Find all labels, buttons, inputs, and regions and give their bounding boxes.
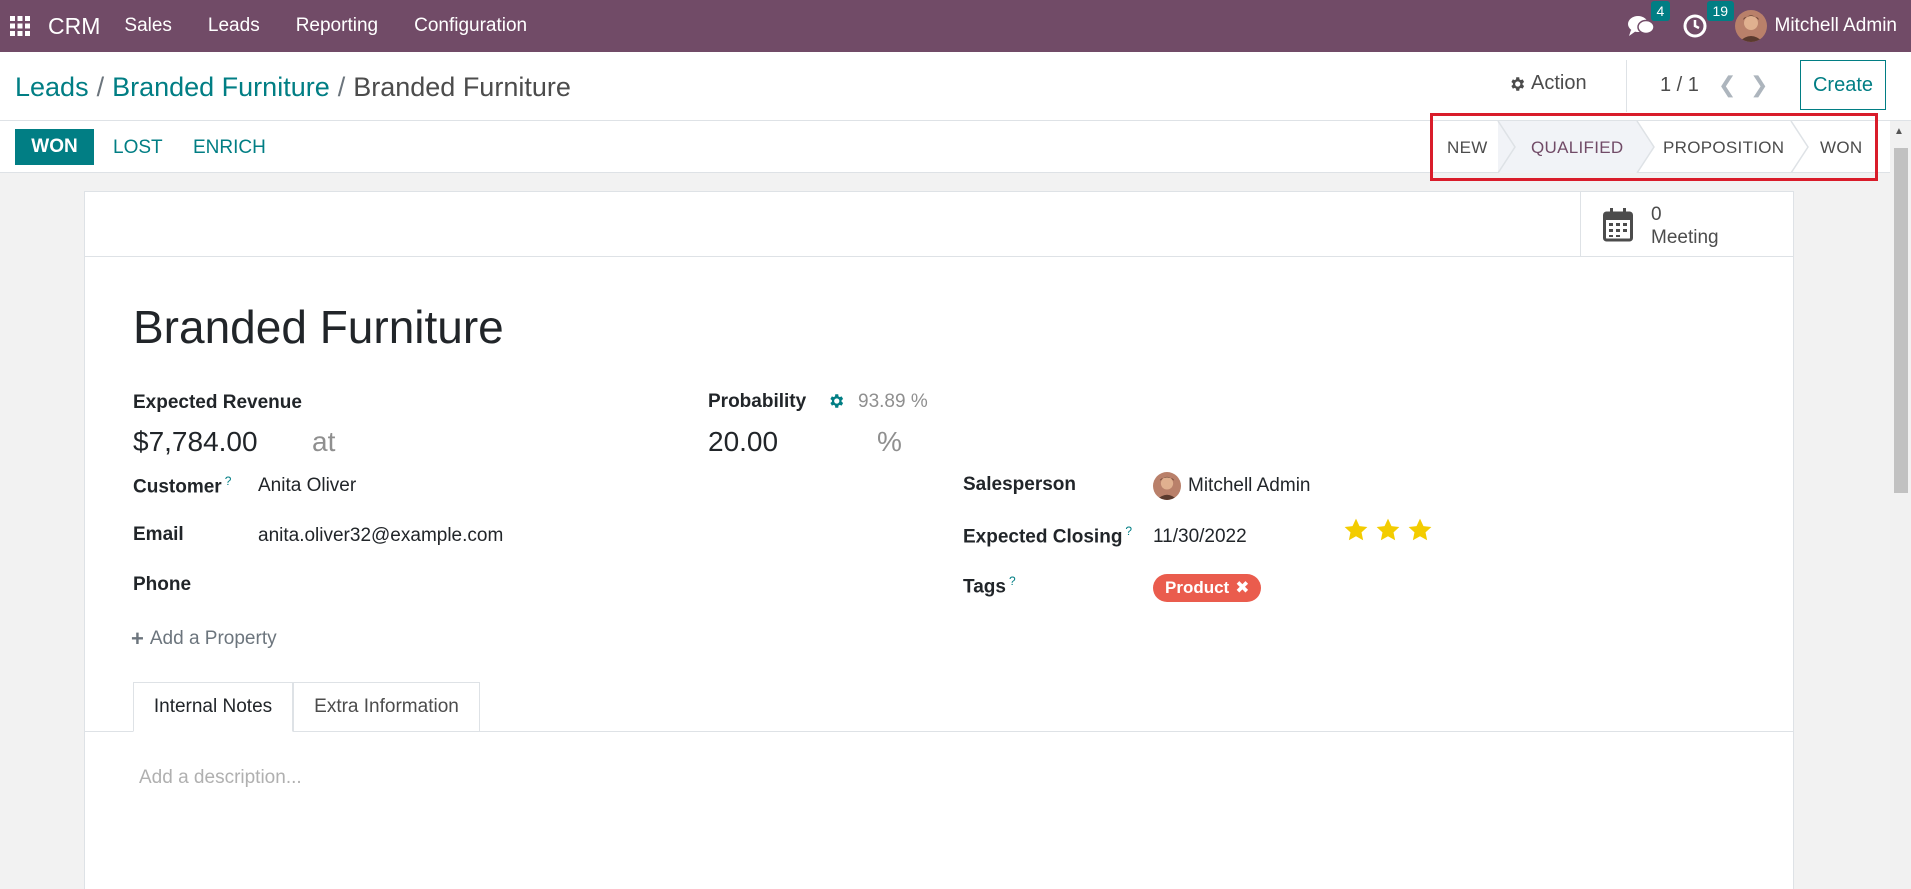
probability-label: Probability (708, 391, 807, 412)
activities-count-badge: 19 (1706, 1, 1735, 21)
app-brand[interactable]: CRM (48, 13, 100, 40)
menu-reporting[interactable]: Reporting (296, 15, 378, 37)
messages-count-badge: 4 (1650, 1, 1671, 21)
remove-tag-icon[interactable]: ✖ (1235, 578, 1249, 598)
plus-icon: + (131, 626, 144, 651)
help-icon[interactable]: ? (225, 474, 232, 488)
tag-label: Product (1165, 578, 1230, 597)
gear-icon[interactable] (827, 392, 845, 410)
pager-previous-icon[interactable]: ❮ (1718, 72, 1736, 98)
meeting-label: Meeting (1651, 227, 1719, 248)
calendar-icon (1603, 208, 1633, 242)
mark-won-button[interactable]: WON (15, 129, 94, 165)
auto-probability-value: 93.89 % (858, 391, 928, 412)
menu-sales[interactable]: Sales (124, 15, 172, 37)
pager-value[interactable]: 1 / 1 (1660, 74, 1699, 97)
user-name[interactable]: Mitchell Admin (1775, 15, 1898, 37)
star-icon[interactable] (1343, 517, 1369, 543)
scrollbar-thumb[interactable] (1894, 148, 1908, 493)
breadcrumb-current: Branded Furniture (353, 72, 571, 102)
expected-closing-field[interactable]: 11/30/2022 (1153, 526, 1247, 548)
scroll-up-icon[interactable]: ▲ (1894, 126, 1904, 137)
tags-label: Tags? (963, 574, 1016, 598)
help-icon[interactable]: ? (1125, 524, 1132, 538)
meeting-smart-button[interactable]: 0 Meeting (1580, 192, 1794, 257)
menu-configuration[interactable]: Configuration (414, 15, 527, 37)
help-icon[interactable]: ? (1009, 574, 1016, 588)
phone-label: Phone (133, 574, 192, 595)
salesperson-label: Salesperson (963, 474, 1076, 495)
pager-next-icon[interactable]: ❯ (1750, 72, 1768, 98)
breadcrumb-separator: / (337, 72, 346, 102)
tab-extra-information[interactable]: Extra Information (293, 682, 480, 732)
customer-label-text: Customer (133, 476, 222, 498)
expected-closing-label: Expected Closing? (963, 524, 1132, 548)
apps-menu-icon[interactable] (0, 0, 40, 52)
gear-icon (1511, 76, 1525, 91)
breadcrumb-branded-furniture[interactable]: Branded Furniture (112, 72, 330, 102)
salesperson-field[interactable]: Mitchell Admin (1188, 475, 1311, 497)
smart-button-box: 0 Meeting (85, 192, 1793, 257)
stage-highlight-box (1430, 113, 1878, 181)
action-label: Action (1531, 72, 1587, 94)
customer-field[interactable]: Anita Oliver (258, 475, 356, 497)
breadcrumb-leads[interactable]: Leads (15, 72, 89, 102)
expected-revenue-field[interactable]: $7,784.00 (133, 426, 258, 458)
messages-systray[interactable]: 4 (1627, 1, 1671, 38)
add-property-button[interactable]: + Add a Property (131, 626, 277, 652)
meeting-count: 0 (1651, 204, 1662, 225)
star-icon[interactable] (1407, 517, 1433, 543)
expected-closing-label-text: Expected Closing (963, 526, 1123, 548)
percent-sign: % (877, 426, 902, 457)
priority-widget[interactable] (1343, 517, 1439, 543)
email-label: Email (133, 524, 184, 545)
breadcrumb: Leads / Branded Furniture / Branded Furnitur… (15, 72, 571, 103)
probability-field[interactable]: 20.00 (708, 426, 778, 458)
tags-label-text: Tags (963, 576, 1006, 598)
expected-revenue-label: Expected Revenue (133, 392, 302, 413)
menu-leads[interactable]: Leads (208, 15, 260, 37)
salesperson-avatar (1153, 472, 1181, 500)
top-navbar: CRM Sales Leads Reporting Configuration … (0, 0, 1911, 52)
pager-divider (1626, 60, 1627, 112)
tab-internal-notes[interactable]: Internal Notes (133, 682, 293, 732)
lead-title[interactable]: Branded Furniture (133, 300, 504, 354)
customer-label: Customer? (133, 474, 231, 498)
create-button[interactable]: Create (1800, 60, 1886, 110)
description-editor[interactable]: Add a description... (139, 767, 302, 789)
breadcrumb-separator: / (96, 72, 105, 102)
add-property-label: Add a Property (149, 628, 277, 649)
at-label: at (312, 426, 336, 457)
activities-systray[interactable]: 19 (1683, 1, 1735, 38)
email-field[interactable]: anita.oliver32@example.com (258, 525, 503, 547)
clock-icon (1683, 14, 1706, 38)
action-dropdown-button[interactable]: Action (1508, 72, 1587, 95)
user-avatar[interactable] (1734, 10, 1767, 42)
mark-lost-button[interactable]: LOST (113, 137, 163, 159)
control-panel: Leads / Branded Furniture / Branded Furnitur… (0, 52, 1911, 121)
form-sheet: 0 Meeting Branded Furniture Expected Rev… (84, 191, 1794, 889)
enrich-button[interactable]: ENRICH (193, 137, 266, 159)
star-icon[interactable] (1375, 517, 1401, 543)
tag-badge: Product ✖ (1153, 574, 1262, 602)
